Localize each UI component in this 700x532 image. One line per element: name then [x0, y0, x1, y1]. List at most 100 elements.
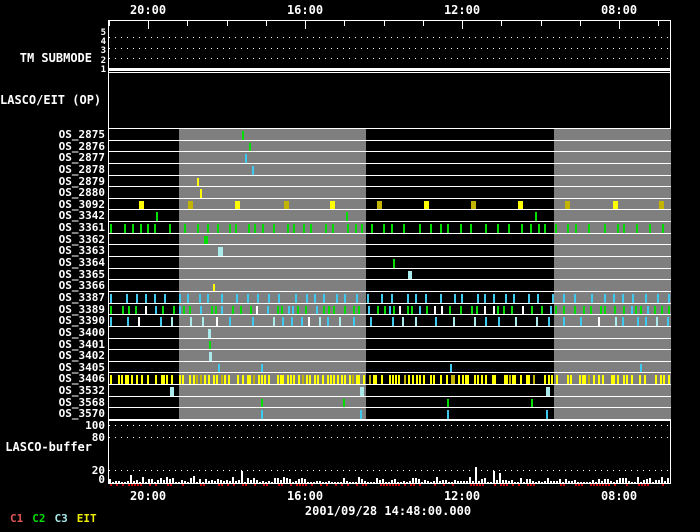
hour-tick — [187, 21, 188, 26]
event-tick — [145, 294, 147, 303]
event-tick — [640, 306, 642, 314]
baseline-dash — [110, 484, 112, 486]
noise-bar — [535, 482, 537, 483]
timestamp-label: 2001/09/28 14:48:00.000 — [288, 505, 488, 518]
baseline-dash — [662, 484, 664, 486]
hour-tick — [266, 21, 267, 26]
event-tick — [273, 317, 275, 326]
event-tick — [657, 294, 659, 303]
event-tick — [200, 306, 202, 314]
row-separator — [108, 361, 671, 362]
event-tick — [391, 224, 393, 233]
row-label: OS_2877 — [0, 151, 105, 163]
event-tick — [138, 317, 140, 326]
event-tick — [344, 375, 346, 384]
event-tick — [330, 375, 332, 384]
event-tick — [128, 306, 130, 314]
event-tick — [453, 375, 455, 384]
event-tick — [110, 294, 112, 303]
event-tick — [277, 306, 279, 314]
noise-bar — [577, 482, 579, 483]
noise-bar — [418, 479, 420, 483]
event-tick — [623, 375, 625, 384]
event-tick — [136, 375, 138, 384]
event-tick — [323, 306, 325, 314]
event-tick — [179, 294, 181, 303]
row-separator — [108, 326, 671, 327]
event-tick — [583, 306, 585, 314]
event-tick — [240, 306, 242, 314]
noise-bar — [421, 482, 423, 483]
event-tick — [434, 306, 436, 314]
event-tick — [147, 375, 149, 384]
lasco-timeline-plot: TM SUBMODE LASCO/EIT (OP) LASCO-buffer 2… — [0, 0, 700, 532]
event-tick — [284, 201, 289, 209]
event-tick — [328, 306, 330, 314]
baseline-dash — [335, 484, 337, 486]
event-tick — [140, 224, 142, 233]
event-tick — [508, 224, 510, 233]
event-tick — [288, 306, 290, 314]
event-tick — [306, 375, 308, 384]
event-tick — [353, 306, 355, 314]
noise-bar — [352, 482, 354, 483]
noise-bar — [244, 482, 246, 483]
row-label: OS_2876 — [0, 140, 105, 151]
event-tick — [127, 375, 129, 384]
event-tick — [252, 166, 254, 175]
event-tick — [498, 317, 500, 326]
noise-bar — [313, 482, 315, 483]
event-tick — [187, 294, 189, 303]
event-tick — [604, 224, 606, 233]
event-tick — [110, 224, 112, 233]
event-tick — [471, 201, 476, 209]
event-tick — [310, 224, 312, 233]
noise-bar — [619, 478, 621, 483]
tm-submode-label: TM SUBMODE — [0, 52, 92, 65]
baseline-dash — [605, 484, 607, 486]
row-label: OS_3361 — [0, 221, 105, 233]
event-tick — [216, 317, 218, 326]
baseline-dash — [296, 484, 298, 486]
legend-item-eit: EIT — [77, 512, 97, 525]
event-tick — [355, 224, 357, 233]
event-tick — [626, 375, 628, 384]
noise-bar — [322, 482, 324, 483]
noise-bar — [571, 481, 573, 483]
event-tick — [631, 306, 633, 314]
event-tick — [398, 375, 400, 384]
event-tick — [249, 143, 251, 151]
baseline-dash — [311, 484, 313, 486]
event-tick — [122, 306, 124, 314]
tm-panel-bottom — [108, 72, 671, 73]
event-tick — [371, 224, 373, 233]
hour-tick — [344, 21, 345, 26]
event-tick — [303, 224, 305, 233]
row-separator — [108, 221, 671, 222]
event-tick — [453, 317, 455, 326]
event-tick — [481, 375, 483, 384]
event-tick — [381, 294, 383, 303]
event-tick — [323, 294, 325, 303]
event-tick — [292, 306, 294, 314]
noise-bar — [127, 481, 129, 483]
noise-bar — [586, 482, 588, 483]
noise-bar — [268, 481, 270, 483]
row-label: OS_3362 — [0, 233, 105, 244]
event-tick — [268, 294, 270, 303]
baseline-dash — [392, 484, 394, 486]
event-tick — [273, 224, 275, 233]
noise-bar — [241, 471, 243, 483]
baseline-dash — [419, 484, 421, 486]
event-tick — [411, 306, 413, 314]
event-tick — [660, 375, 662, 384]
noise-bar — [298, 479, 300, 483]
event-tick — [358, 306, 360, 314]
event-tick — [647, 306, 649, 314]
event-tick — [485, 224, 487, 233]
baseline-dash — [533, 484, 535, 486]
event-tick — [407, 306, 409, 314]
event-tick — [237, 375, 239, 384]
event-tick — [155, 306, 157, 314]
noise-bar — [247, 478, 249, 483]
